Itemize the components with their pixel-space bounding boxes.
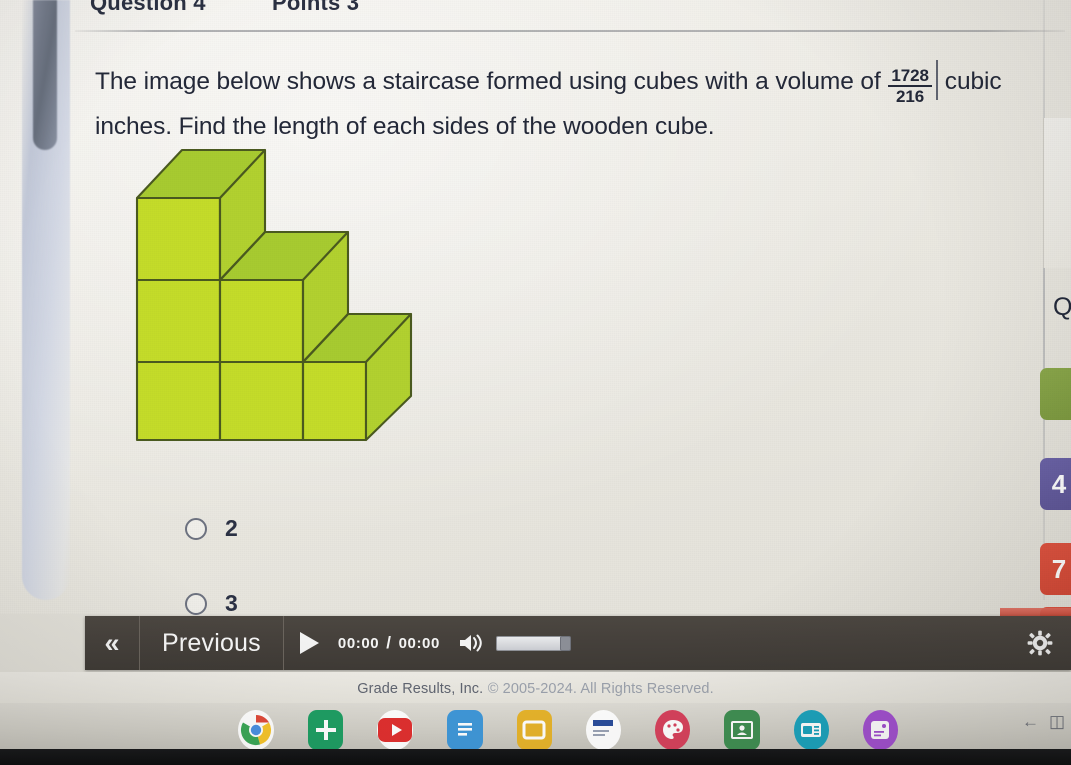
points-label: Points 3 — [272, 0, 360, 15]
question-number: Question 4 — [90, 0, 206, 15]
toolbar-red-accent — [1000, 608, 1071, 616]
notes-app-icon[interactable] — [862, 710, 898, 750]
footer-copyright: © 2005-2024. All Rights Reserved. — [487, 681, 714, 697]
question-text: The image below shows a staircase formed… — [95, 60, 1020, 147]
google-classroom-icon[interactable] — [724, 710, 760, 750]
fraction-denominator: 216 — [888, 85, 932, 106]
question-header: Question 4 Points 3 — [90, 0, 590, 18]
sidebar-tile-7[interactable]: 7 — [1040, 543, 1071, 595]
footer-company: Grade Results, Inc. — [357, 681, 484, 697]
battery-icon[interactable]: ◫ — [1049, 712, 1065, 732]
fraction-numerator: 1728 — [891, 66, 929, 85]
staircase-cubes-diagram — [120, 140, 440, 450]
back-arrow-icon[interactable]: ← — [1022, 712, 1039, 732]
play-icon[interactable] — [284, 616, 336, 670]
taskbar-app-icons — [238, 708, 898, 756]
google-docs-icon[interactable] — [447, 710, 483, 750]
current-time: 00:00 — [337, 634, 380, 652]
gear-icon[interactable] — [1027, 630, 1053, 656]
previous-chevron-icon[interactable]: « — [85, 616, 140, 670]
sidebar-tile-4[interactable]: 4 — [1040, 458, 1071, 510]
answer-option-3[interactable]: 3 — [185, 590, 238, 617]
media-player-toolbar: « Previous 00:00 / 00:00 — [85, 616, 1071, 670]
option-label: 3 — [225, 590, 238, 616]
quiz-page: Question 4 Points 3 The image below show… — [0, 0, 1071, 621]
previous-button[interactable]: Previous — [140, 616, 284, 670]
screen-bezel — [0, 749, 1071, 765]
chrome-icon[interactable] — [238, 710, 274, 756]
time-separator: / — [386, 633, 392, 652]
text-caret — [935, 60, 938, 100]
sidebar-question-label: Q — [1053, 293, 1071, 321]
device-screen: Question 4 Points 3 The image below show… — [0, 0, 1071, 765]
radio-button-option-2[interactable] — [185, 517, 207, 540]
answer-option-2[interactable]: 2 — [185, 515, 238, 542]
speaker-icon[interactable] — [458, 632, 484, 654]
header-divider — [75, 30, 1065, 32]
staircase-svg — [135, 148, 413, 442]
option-label: 2 — [225, 515, 238, 541]
document-app-icon[interactable] — [585, 710, 621, 750]
total-time: 00:00 — [398, 634, 440, 652]
scrollbar-thumb[interactable] — [33, 0, 57, 150]
sidebar-divider — [1043, 0, 1045, 600]
google-slides-icon[interactable] — [516, 710, 552, 750]
sidebar-panel — [1043, 118, 1071, 268]
radio-button-option-3[interactable] — [185, 592, 207, 615]
volume-fraction: 1728 216 — [888, 66, 932, 106]
page-footer: Grade Results, Inc. © 2005-2024. All Rig… — [0, 672, 1071, 706]
google-sheets-icon[interactable] — [308, 710, 344, 750]
presentation-app-icon[interactable] — [793, 710, 829, 756]
youtube-icon[interactable] — [377, 710, 414, 756]
art-palette-app-icon[interactable] — [655, 710, 691, 750]
playback-time: 00:00 / 00:00 — [338, 633, 440, 653]
taskbar-status-area[interactable]: ← ◫ — [1022, 712, 1065, 732]
volume-slider[interactable] — [495, 635, 571, 651]
question-text-part1: The image below shows a staircase formed… — [95, 68, 881, 95]
sidebar-tile-green[interactable] — [1040, 368, 1071, 420]
